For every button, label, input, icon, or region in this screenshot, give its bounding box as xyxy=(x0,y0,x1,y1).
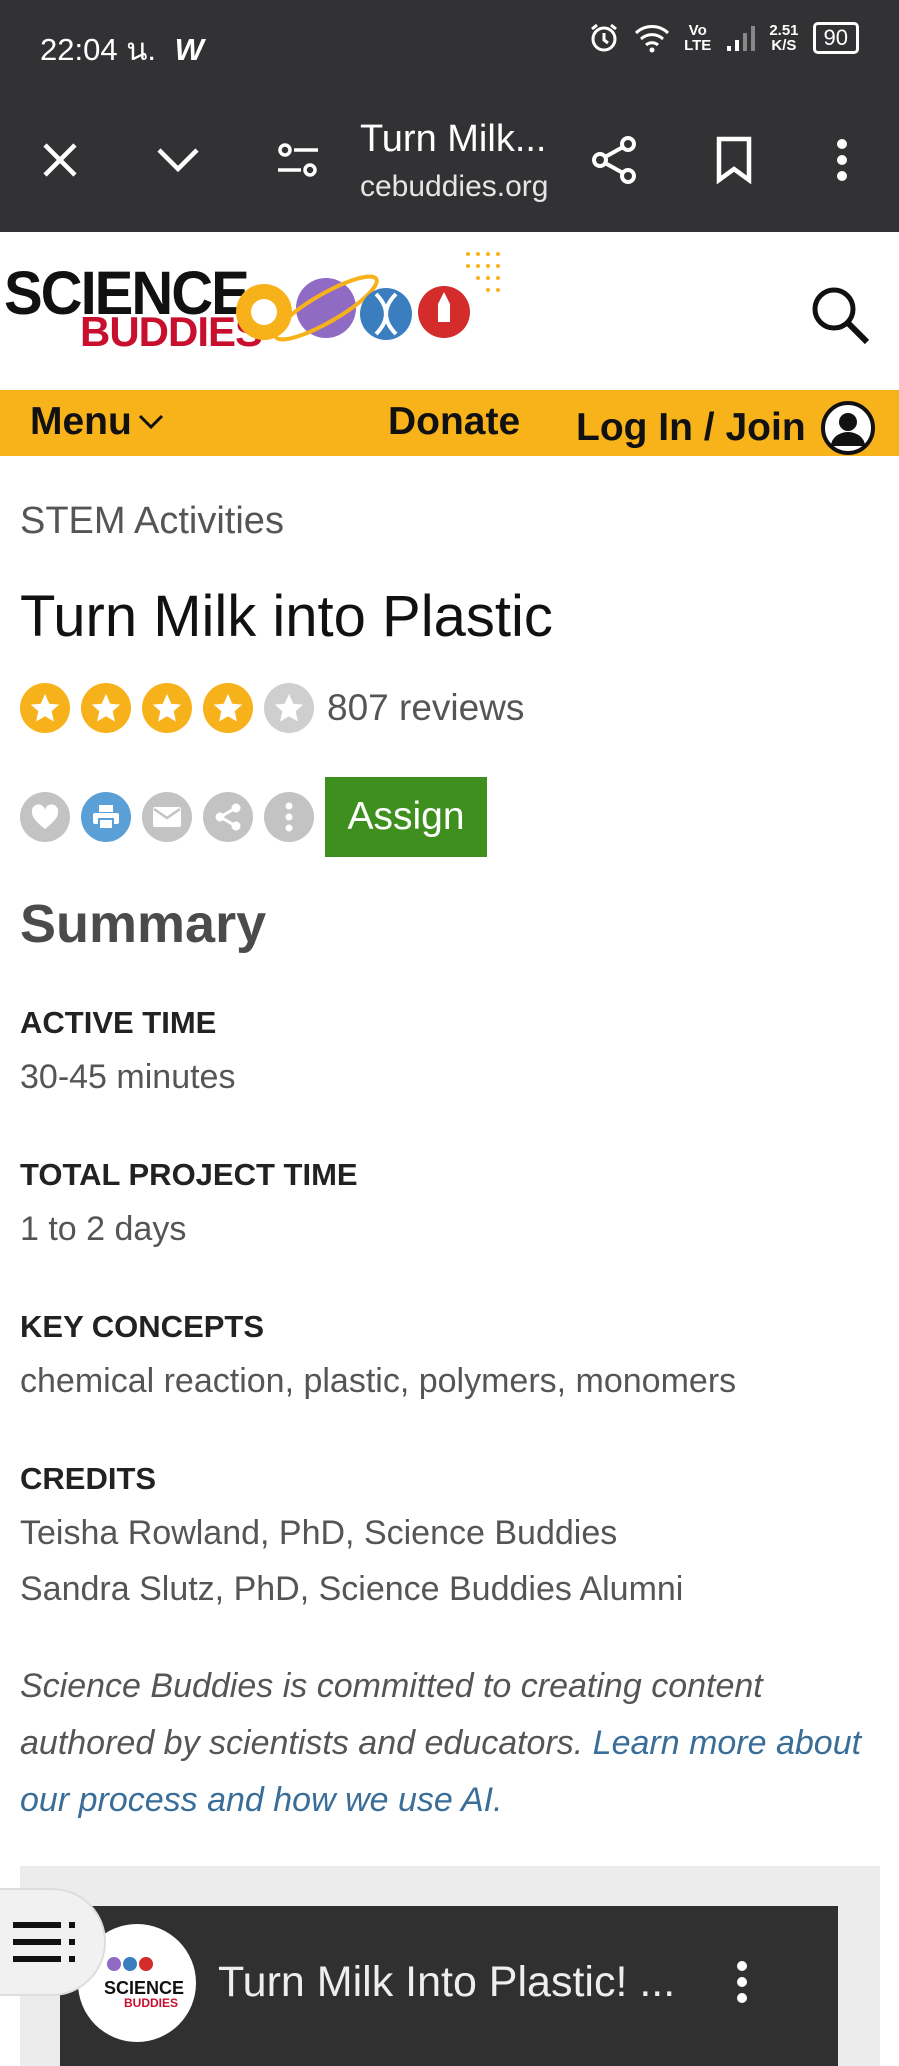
menu-button[interactable]: Menu xyxy=(30,400,164,444)
star-empty-icon xyxy=(264,683,314,733)
browser-chrome: 22:04 น. W Vo LTE 2.51 K/S 90 Turn Milk...… xyxy=(0,0,899,232)
user-avatar-icon xyxy=(820,401,875,455)
email-button[interactable] xyxy=(142,792,192,842)
star-filled-icon xyxy=(142,683,192,733)
status-time: 22:04 น. W xyxy=(40,24,204,74)
print-icon xyxy=(93,805,119,830)
donate-link[interactable]: Donate xyxy=(388,400,520,444)
video-title[interactable]: Turn Milk Into Plastic! ... xyxy=(218,1958,675,2007)
credits-label: CREDITS xyxy=(20,1461,157,1496)
ai-policy-note: Science Buddies is committed to creating… xyxy=(20,1658,880,1829)
url-domain[interactable]: cebuddies.org xyxy=(360,170,548,204)
key-concepts-label: KEY CONCEPTS xyxy=(20,1309,265,1344)
share-icon xyxy=(592,136,636,184)
chevron-down-icon xyxy=(138,414,163,430)
table-of-contents-button[interactable] xyxy=(0,1888,106,1996)
credit-2: Sandra Slutz, PhD, Science Buddies Alumn… xyxy=(20,1570,684,1608)
more-options-button[interactable] xyxy=(812,130,872,190)
wifi-icon xyxy=(635,25,670,53)
share-page-button[interactable] xyxy=(203,792,253,842)
signal-icon xyxy=(727,26,756,51)
share-button[interactable] xyxy=(584,130,644,190)
minimize-button[interactable] xyxy=(148,130,208,190)
status-indicators: Vo LTE 2.51 K/S 90 xyxy=(588,22,859,54)
more-vert-icon[interactable] xyxy=(735,1960,749,2004)
page-title: Turn Milk into Plastic xyxy=(20,584,553,649)
login-join-link[interactable]: Log In / Join xyxy=(576,400,876,456)
login-label: Log In / Join xyxy=(576,406,806,449)
star-filled-icon xyxy=(20,683,70,733)
volte-indicator: Vo LTE xyxy=(684,22,712,54)
clock-text: 22:04 น. xyxy=(40,32,156,67)
active-time-value: 30-45 minutes xyxy=(20,1058,236,1096)
list-icon xyxy=(13,1922,75,1962)
total-time-value: 1 to 2 days xyxy=(20,1210,187,1248)
active-time-label: ACTIVE TIME xyxy=(20,1005,217,1040)
close-tab-button[interactable] xyxy=(30,130,90,190)
share-icon xyxy=(215,803,241,831)
speed-indicator: 2.51 K/S xyxy=(769,22,799,54)
star-filled-icon xyxy=(203,683,253,733)
review-count[interactable]: 807 reviews xyxy=(327,687,524,729)
credit-1: Teisha Rowland, PhD, Science Buddies xyxy=(20,1514,618,1552)
app-badge-icon: W xyxy=(174,32,204,67)
summary-heading: Summary xyxy=(20,894,267,954)
bookmark-icon xyxy=(716,136,752,184)
favorite-button[interactable] xyxy=(20,792,70,842)
page-tab-title[interactable]: Turn Milk... xyxy=(360,118,547,161)
heart-icon xyxy=(31,804,59,829)
key-concepts-value: chemical reaction, plastic, polymers, mo… xyxy=(20,1362,737,1400)
more-vert-icon xyxy=(837,139,847,181)
logo-icons[interactable] xyxy=(222,250,522,362)
menu-label: Menu xyxy=(30,400,132,443)
mail-icon xyxy=(153,807,181,827)
chevron-down-icon xyxy=(157,148,199,173)
tune-icon xyxy=(278,143,318,177)
breadcrumb[interactable]: STEM Activities xyxy=(20,500,284,543)
star-filled-icon xyxy=(81,683,131,733)
more-vert-icon xyxy=(285,802,293,832)
assign-button[interactable]: Assign xyxy=(325,777,487,857)
close-icon xyxy=(43,143,77,177)
site-settings-button[interactable] xyxy=(268,130,328,190)
action-bar: Assign xyxy=(20,777,487,857)
alarm-icon xyxy=(591,23,618,52)
battery-indicator: 90 xyxy=(812,22,859,54)
channel-logo-line2: BUDDIES xyxy=(124,1996,179,2010)
total-time-label: TOTAL PROJECT TIME xyxy=(20,1157,358,1192)
more-actions-button[interactable] xyxy=(264,792,314,842)
star-rating[interactable]: 807 reviews xyxy=(20,683,524,733)
search-icon[interactable] xyxy=(809,284,871,346)
bookmark-button[interactable] xyxy=(704,130,764,190)
print-button[interactable] xyxy=(81,792,131,842)
